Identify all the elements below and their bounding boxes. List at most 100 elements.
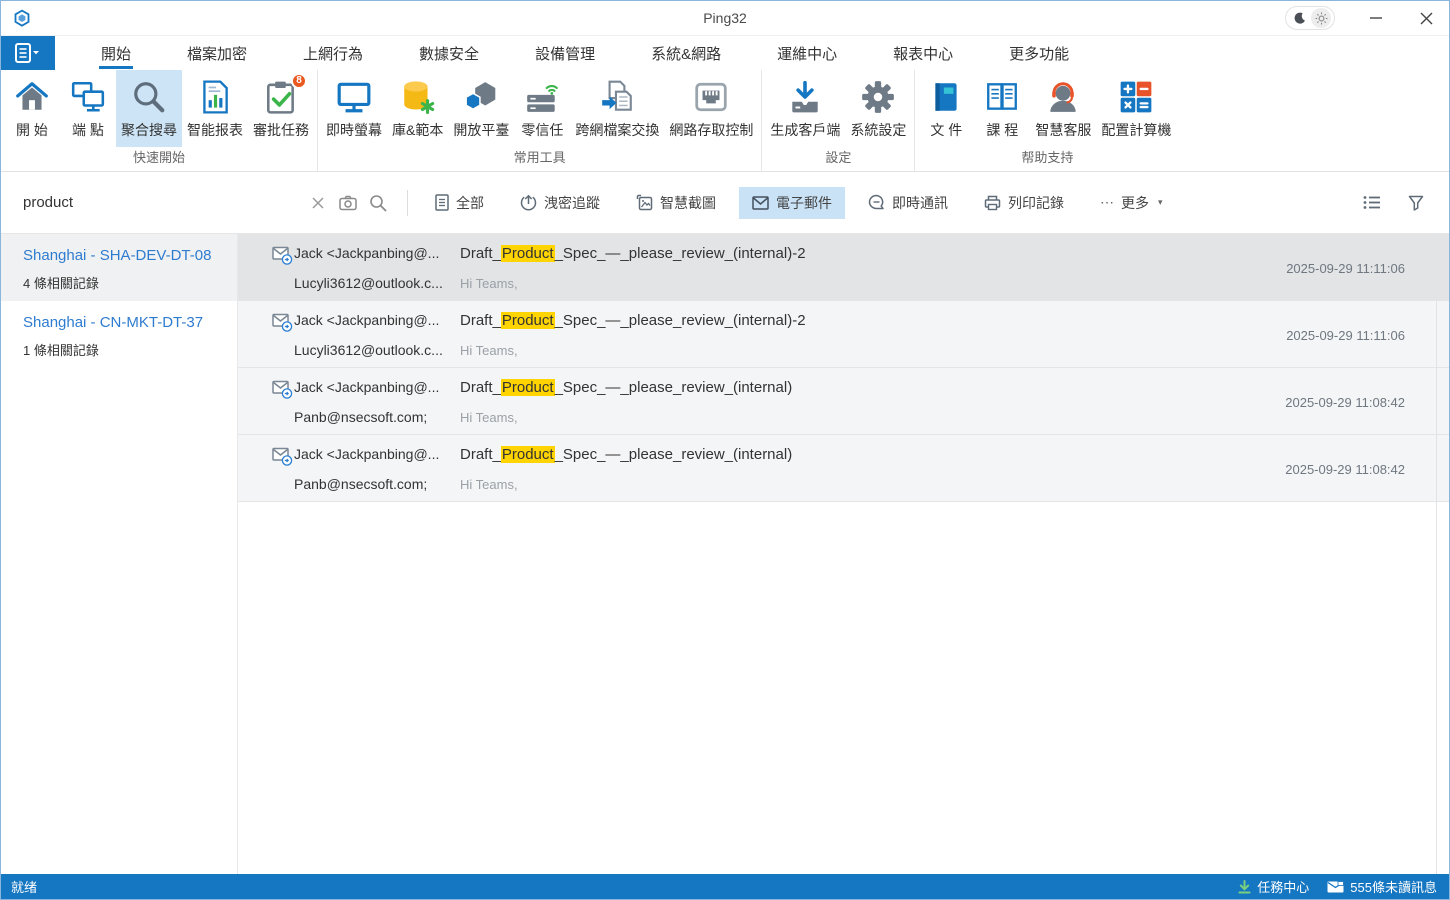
email-sender: Jack <Jackpanbing@... xyxy=(294,446,442,462)
email-result-row[interactable]: Jack <Jackpanbing@... Panb@nsecsoft.com;… xyxy=(238,435,1449,502)
subject-prefix: Draft_ xyxy=(460,446,501,463)
ribbon-group-common-tools: 即時螢幕 庫&範本 開放平臺 xyxy=(318,70,762,171)
email-timestamp: 2025-09-29 11:11:06 xyxy=(1286,328,1405,343)
subject-suffix: _Spec_—_please_review_(internal) xyxy=(555,446,793,463)
email-subject: Draft_Product_Spec_—_please_review_(inte… xyxy=(460,312,1286,329)
sent-mail-icon xyxy=(272,380,294,425)
approval-badge: 8 xyxy=(291,73,307,89)
app-window: Ping32 開始 檔案加密 上網行為 xyxy=(0,0,1450,900)
email-recipient: Panb@nsecsoft.com; xyxy=(294,476,442,492)
menu-tab-file-encryption[interactable]: 檔案加密 xyxy=(159,36,275,70)
scrollbar[interactable] xyxy=(1436,234,1437,874)
list-view-icon[interactable] xyxy=(1357,188,1387,218)
sidebar-item-device[interactable]: Shanghai - SHA-DEV-DT-08 4 條相關記錄 xyxy=(1,234,237,301)
email-recipient: Lucyli3612@outlook.c... xyxy=(294,275,442,291)
ribbon-group-caption: 帮助支持 xyxy=(918,147,1176,171)
ribbon-item-label: 網路存取控制 xyxy=(669,120,753,140)
ribbon-item-approval-tasks[interactable]: 8 審批任務 xyxy=(248,70,314,147)
search-bar: 全部 洩密追蹤 智慧截圖 電子郵件 即時通訊 列印記錄 xyxy=(1,172,1449,234)
ribbon-item-config-calculator[interactable]: 配置計算機 xyxy=(1096,70,1176,147)
ribbon-item-documents[interactable]: 文 件 xyxy=(918,70,974,147)
menu-tab-more-features[interactable]: 更多功能 xyxy=(981,36,1097,70)
search-highlight: Product xyxy=(501,245,555,262)
status-bar: 就绪 任務中心 555條未讀訊息 xyxy=(1,874,1449,899)
divider xyxy=(407,190,408,216)
sidebar-item-device[interactable]: Shanghai - CN-MKT-DT-37 1 條相關記錄 xyxy=(1,301,237,368)
ribbon-item-cross-network-exchange[interactable]: 跨網檔案交換 xyxy=(570,70,664,147)
unread-messages-button[interactable]: 555條未讀訊息 xyxy=(1327,877,1437,896)
ribbon-group-help-support: 文 件 課 程 智慧客服 xyxy=(915,70,1179,171)
ribbon-item-network-access-control[interactable]: 網路存取控制 xyxy=(664,70,758,147)
ribbon-item-label: 庫&範本 xyxy=(392,120,443,140)
titlebar: Ping32 xyxy=(1,1,1449,36)
ribbon-group-caption: 快速開始 xyxy=(4,147,314,171)
filter-tab-print-record[interactable]: 列印記錄 xyxy=(971,187,1077,219)
filter-tab-smart-screenshot[interactable]: 智慧截圖 xyxy=(623,187,729,219)
task-center-button[interactable]: 任務中心 xyxy=(1238,877,1309,896)
menu-tab-device-management[interactable]: 設備管理 xyxy=(507,36,623,70)
ribbon-group-quick-start: 開 始 端 點 聚合搜尋 xyxy=(1,70,318,171)
camera-icon[interactable] xyxy=(333,188,363,218)
ribbon-item-smart-service[interactable]: 智慧客服 xyxy=(1030,70,1096,147)
ribbon-item-home[interactable]: 開 始 xyxy=(4,70,60,147)
menu-tab-report-center[interactable]: 報表中心 xyxy=(865,36,981,70)
subject-suffix: _Spec_—_please_review_(internal) xyxy=(555,379,793,396)
menu-tab-system-network[interactable]: 系統&網路 xyxy=(623,36,749,70)
ribbon-item-library-template[interactable]: 庫&範本 xyxy=(387,70,448,147)
email-subject: Draft_Product_Spec_—_please_review_(inte… xyxy=(460,245,1286,262)
generate-client-icon xyxy=(786,78,824,116)
filter-tab-label: 電子郵件 xyxy=(776,193,832,213)
ribbon: 開 始 端 點 聚合搜尋 xyxy=(1,70,1449,172)
filter-tab-email[interactable]: 電子郵件 xyxy=(739,187,845,219)
ribbon-item-courses[interactable]: 課 程 xyxy=(974,70,1030,147)
sent-mail-icon xyxy=(272,246,294,291)
email-preview: Hi Teams, xyxy=(460,276,1286,291)
menu-tab-ops-center[interactable]: 運維中心 xyxy=(749,36,865,70)
email-preview: Hi Teams, xyxy=(460,343,1286,358)
result-filter-tabs: 全部 洩密追蹤 智慧截圖 電子郵件 即時通訊 列印記錄 xyxy=(422,187,1176,219)
menubar: 開始 檔案加密 上網行為 數據安全 設備管理 系統&網路 運維中心 報表中心 更… xyxy=(1,36,1449,70)
filter-tab-all[interactable]: 全部 xyxy=(422,187,497,219)
ribbon-item-open-platform[interactable]: 開放平臺 xyxy=(448,70,514,147)
search-input[interactable] xyxy=(23,194,303,211)
ribbon-item-aggregate-search[interactable]: 聚合搜尋 xyxy=(116,70,182,147)
email-result-row[interactable]: Jack <Jackpanbing@... Panb@nsecsoft.com;… xyxy=(238,368,1449,435)
filter-tab-instant-message[interactable]: 即時通訊 xyxy=(855,187,961,219)
email-subject: Draft_Product_Spec_—_please_review_(inte… xyxy=(460,446,1285,463)
ribbon-item-smart-report[interactable]: 智能报表 xyxy=(182,70,248,147)
menu-tab-web-behavior[interactable]: 上網行為 xyxy=(275,36,391,70)
unread-mail-icon xyxy=(1327,881,1344,893)
email-result-row[interactable]: Jack <Jackpanbing@... Lucyli3612@outlook… xyxy=(238,301,1449,368)
sun-icon[interactable] xyxy=(1311,8,1331,28)
result-list: Jack <Jackpanbing@... Lucyli3612@outlook… xyxy=(238,234,1449,874)
email-result-row[interactable]: Jack <Jackpanbing@... Lucyli3612@outlook… xyxy=(238,234,1449,301)
menu-tab-data-security[interactable]: 數據安全 xyxy=(391,36,507,70)
ribbon-item-endpoints[interactable]: 端 點 xyxy=(60,70,116,147)
content-area: Shanghai - SHA-DEV-DT-08 4 條相關記錄 Shangha… xyxy=(1,234,1449,874)
email-recipient: Panb@nsecsoft.com; xyxy=(294,409,442,425)
theme-toggle[interactable] xyxy=(1285,6,1335,30)
device-record-count: 1 條相關記錄 xyxy=(23,340,215,359)
moon-icon[interactable] xyxy=(1289,8,1309,28)
ribbon-item-label: 智慧客服 xyxy=(1035,120,1091,140)
device-record-count: 4 條相關記錄 xyxy=(23,273,215,292)
ribbon-group-caption: 設定 xyxy=(765,147,911,171)
filter-tab-leak-trace[interactable]: 洩密追蹤 xyxy=(507,187,613,219)
close-button[interactable] xyxy=(1403,1,1449,36)
ribbon-item-zero-trust[interactable]: 零信任 xyxy=(514,70,570,147)
app-menu-button[interactable] xyxy=(1,36,55,70)
config-calculator-icon xyxy=(1117,78,1155,116)
minimize-button[interactable] xyxy=(1353,1,1399,36)
ribbon-item-generate-client[interactable]: 生成客戶端 xyxy=(765,70,845,147)
clear-x-icon[interactable] xyxy=(303,188,333,218)
ribbon-item-system-settings[interactable]: 系統設定 xyxy=(845,70,911,147)
smart-service-icon xyxy=(1044,78,1082,116)
more-ellipsis-icon: ⋯ xyxy=(1100,194,1114,211)
ribbon-item-live-screen[interactable]: 即時螢幕 xyxy=(321,70,387,147)
ribbon-item-label: 系統設定 xyxy=(850,120,906,140)
filter-funnel-icon[interactable] xyxy=(1401,188,1431,218)
filter-tab-more[interactable]: ⋯ 更多 ▾ xyxy=(1087,187,1176,219)
menu-tab-home[interactable]: 開始 xyxy=(73,36,159,70)
search-icon[interactable] xyxy=(363,188,393,218)
sent-mail-icon xyxy=(272,313,294,358)
